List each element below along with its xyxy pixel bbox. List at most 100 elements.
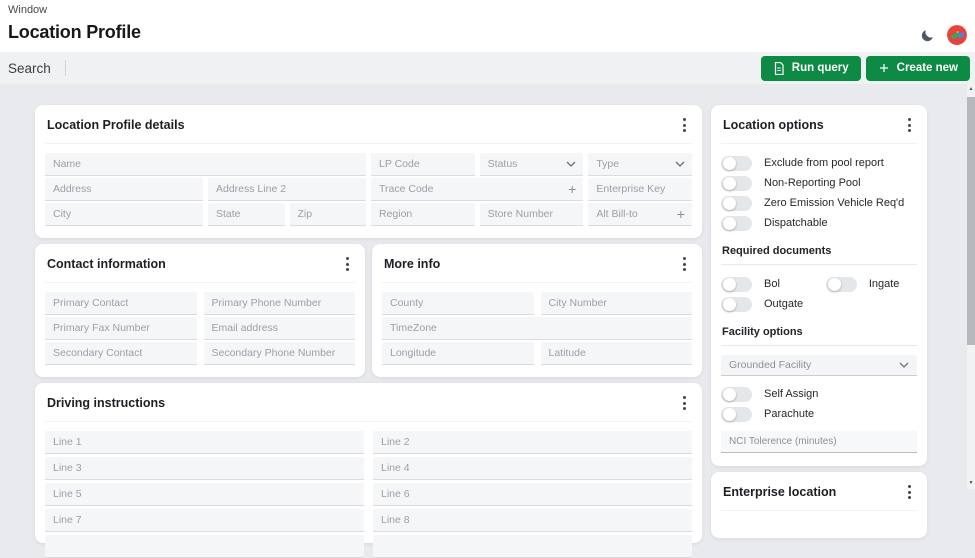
line-1-input[interactable] <box>45 431 364 453</box>
card-header: Driving instructions <box>45 383 692 422</box>
status-input[interactable] <box>479 153 567 175</box>
line-4-field <box>373 457 692 480</box>
clipped-field <box>45 535 364 558</box>
toggle-label: Non-Reporting Pool <box>764 177 861 189</box>
up-arrow-icon[interactable]: ▲ <box>967 84 975 95</box>
card-enterprise-location: Enterprise location <box>711 472 927 538</box>
card-title: Driving instructions <box>47 396 166 410</box>
toggle-row: Zero Emission Vehicle Req'd <box>721 193 917 213</box>
type-field <box>588 153 692 176</box>
toggle-row: Exclude from pool report <box>721 153 917 173</box>
toggle-label: Self Assign <box>764 388 819 400</box>
line-4-input[interactable] <box>373 457 692 479</box>
kebab-menu-icon[interactable] <box>679 393 690 413</box>
run-query-button[interactable]: Run query <box>760 55 861 81</box>
moon-icon[interactable] <box>918 26 936 44</box>
line-7-input[interactable] <box>45 509 364 531</box>
toggle-exclude-from-pool-report[interactable] <box>721 155 752 171</box>
status-field <box>479 153 584 176</box>
trace-code-input[interactable] <box>371 178 569 200</box>
longitude-input[interactable] <box>382 342 534 364</box>
grounded-facility-select[interactable]: Grounded Facility <box>721 355 917 376</box>
toggle-row: Non-Reporting Pool <box>721 173 917 193</box>
toggle-outgate[interactable] <box>721 296 752 312</box>
line-6-input[interactable] <box>373 483 692 505</box>
region-field <box>371 203 475 226</box>
toggle-row: Ingate <box>825 274 917 294</box>
address-input[interactable] <box>45 178 203 200</box>
window-label: Window <box>8 4 48 16</box>
address-line-2-field <box>208 178 366 201</box>
toggle-bol[interactable] <box>721 276 752 292</box>
toggle-row: Self Assign <box>721 384 917 404</box>
plus-icon[interactable]: + <box>568 182 576 196</box>
plus-icon[interactable]: + <box>677 207 685 221</box>
down-arrow-icon[interactable]: ▼ <box>967 478 975 489</box>
required-documents-heading: Required documents <box>721 245 917 265</box>
chevron-down-icon[interactable] <box>675 161 685 167</box>
line-7-field <box>45 509 364 532</box>
toggle-self-assign[interactable] <box>721 386 752 402</box>
primary-fax-input[interactable] <box>45 317 197 339</box>
line-6-field <box>373 483 692 506</box>
toggle-label: Exclude from pool report <box>764 157 884 169</box>
name-input[interactable] <box>45 153 366 175</box>
timezone-input[interactable] <box>382 317 692 339</box>
toggle-zero-emission-vehicle[interactable] <box>721 195 752 211</box>
county-input[interactable] <box>382 292 534 314</box>
email-input[interactable] <box>203 317 355 339</box>
required-documents-grid: Bol Ingate Outgate <box>721 274 917 314</box>
toggle-non-reporting-pool[interactable] <box>721 175 752 191</box>
lp-code-input[interactable] <box>371 153 475 175</box>
field-row: + <box>45 203 692 226</box>
region-input[interactable] <box>371 203 475 225</box>
toggle-ingate[interactable] <box>825 276 857 292</box>
line-2-input[interactable] <box>373 431 692 453</box>
city-input[interactable] <box>45 203 203 225</box>
selected-value: Grounded Facility <box>729 359 812 371</box>
secondary-contact-input[interactable] <box>45 342 197 364</box>
line-5-input[interactable] <box>45 483 364 505</box>
card-driving-instructions: Driving instructions <box>35 383 702 558</box>
kebab-menu-icon[interactable] <box>904 115 915 135</box>
vertical-scrollbar[interactable]: ▲ ▼ <box>967 84 975 489</box>
state-input[interactable] <box>208 203 285 225</box>
alt-bill-to-input[interactable] <box>588 203 677 225</box>
field-row-partial <box>45 535 692 558</box>
line-8-field <box>373 509 692 532</box>
name-field <box>45 153 366 176</box>
nci-tolerance-input[interactable] <box>721 436 917 447</box>
document-icon <box>773 61 785 75</box>
avatar[interactable] <box>947 25 967 45</box>
field-row <box>382 342 692 365</box>
line-3-input[interactable] <box>45 457 364 479</box>
chevron-down-icon[interactable] <box>566 161 576 167</box>
toggle-dispatchable[interactable] <box>721 215 752 231</box>
card-location-profile-details: Location Profile details Name LP Code St… <box>35 105 702 238</box>
nci-tolerance-field <box>721 431 917 453</box>
line-8-input[interactable] <box>373 509 692 531</box>
scrollbar-thumb[interactable] <box>967 97 975 345</box>
toggle-parachute[interactable] <box>721 406 752 422</box>
card-header: Enterprise location <box>721 472 917 511</box>
primary-phone-input[interactable] <box>203 292 355 314</box>
field-row <box>45 509 692 532</box>
latitude-input[interactable] <box>540 342 692 364</box>
address-line-2-input[interactable] <box>208 178 366 200</box>
enterprise-key-input[interactable] <box>588 178 692 200</box>
store-number-input[interactable] <box>479 203 584 225</box>
line-3-field <box>45 457 364 480</box>
kebab-menu-icon[interactable] <box>342 254 353 274</box>
kebab-menu-icon[interactable] <box>679 115 690 135</box>
type-input[interactable] <box>588 153 675 175</box>
secondary-phone-input[interactable] <box>203 342 355 364</box>
state-field <box>208 203 285 226</box>
city-number-input[interactable] <box>540 292 692 314</box>
create-new-button[interactable]: Create new <box>865 55 970 81</box>
zip-input[interactable] <box>289 203 366 225</box>
enterprise-key-field <box>588 178 692 201</box>
kebab-menu-icon[interactable] <box>679 254 690 274</box>
kebab-menu-icon[interactable] <box>904 482 915 502</box>
field-row <box>382 317 692 340</box>
primary-contact-input[interactable] <box>45 292 197 314</box>
